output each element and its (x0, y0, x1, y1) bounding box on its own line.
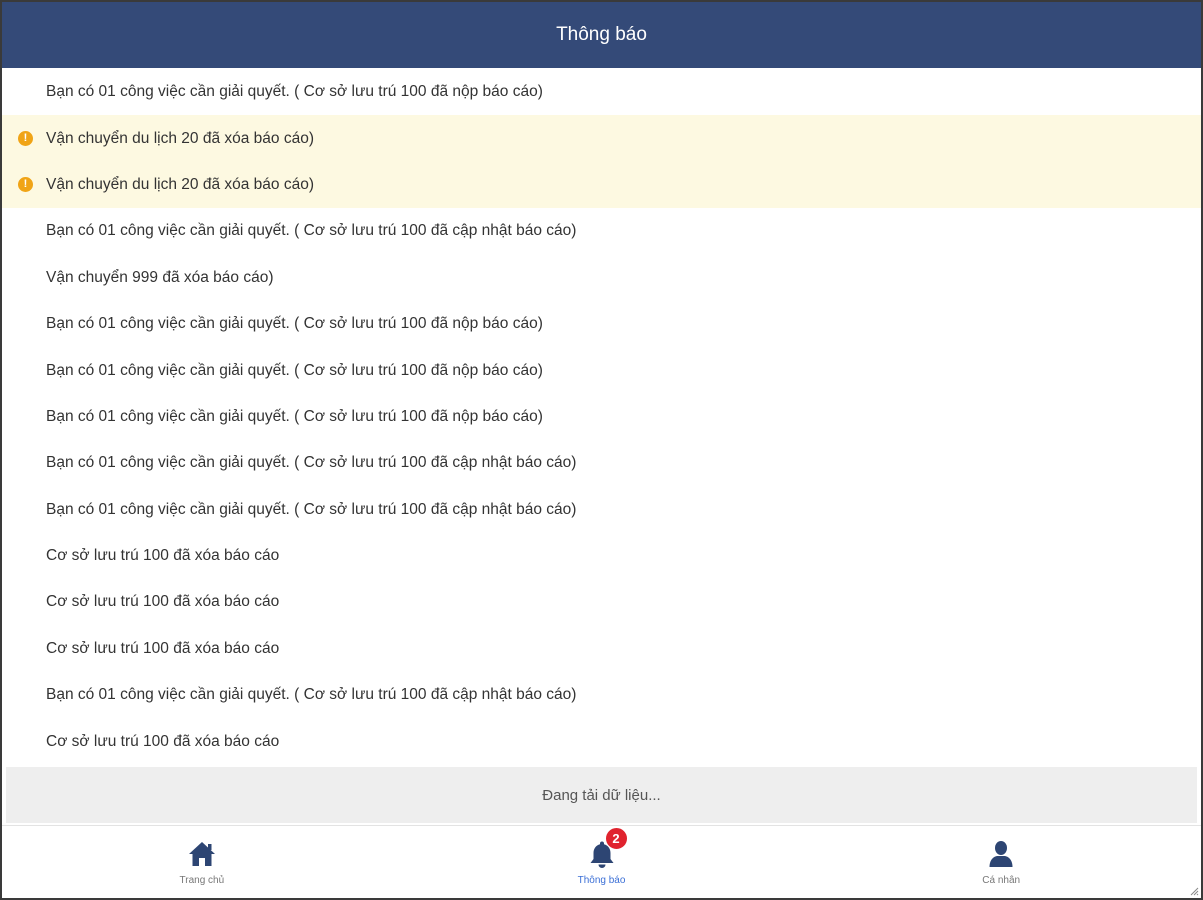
notification-text: Bạn có 01 công việc cần giải quyết. ( Cơ… (46, 83, 543, 101)
user-icon (986, 839, 1016, 869)
app-window: Thông báo Bạn có 01 công việc cần giải q… (0, 0, 1203, 900)
notification-item[interactable]: Bạn có 01 công việc cần giải quyết. ( Cơ… (2, 208, 1201, 254)
bottom-tab-bar: Trang chủ 2 Thông báo Cá nhân (2, 825, 1201, 898)
tab-profile[interactable]: Cá nhân (801, 826, 1201, 898)
notification-text: Bạn có 01 công việc cần giải quyết. ( Cơ… (46, 454, 577, 472)
loading-text: Đang tải dữ liệu... (542, 786, 661, 804)
notification-text: Bạn có 01 công việc cần giải quyết. ( Cơ… (46, 222, 577, 240)
tab-notifications-label: Thông báo (577, 874, 626, 886)
notification-item-unread[interactable]: ! Vận chuyển du lịch 20 đã xóa báo cáo) (2, 161, 1201, 209)
notification-text: Bạn có 01 công việc cần giải quyết. ( Cơ… (46, 361, 543, 379)
notification-list[interactable]: Bạn có 01 công việc cần giải quyết. ( Cơ… (2, 69, 1201, 766)
tab-profile-label: Cá nhân (982, 874, 1021, 886)
notification-item[interactable]: Bạn có 01 công việc cần giải quyết. ( Cơ… (2, 487, 1201, 533)
page-title: Thông báo (556, 24, 647, 45)
notification-item[interactable]: Cơ sở lưu trú 100 đã xóa báo cáo (2, 579, 1201, 625)
notification-item[interactable]: Vận chuyển 999 đã xóa báo cáo) (2, 255, 1201, 301)
notification-text: Cơ sở lưu trú 100 đã xóa báo cáo (46, 732, 280, 750)
notification-item[interactable]: Cơ sở lưu trú 100 đã xóa báo cáo (2, 533, 1201, 579)
notification-text: Cơ sở lưu trú 100 đã xóa báo cáo (46, 639, 280, 657)
notification-item[interactable]: Bạn có 01 công việc cần giải quyết. ( Cơ… (2, 69, 1201, 115)
notification-item[interactable]: Bạn có 01 công việc cần giải quyết. ( Cơ… (2, 347, 1201, 393)
bell-icon: 2 (587, 826, 628, 869)
warning-icon: ! (18, 131, 33, 147)
notification-text: Bạn có 01 công việc cần giải quyết. ( Cơ… (46, 686, 577, 704)
notification-item-unread[interactable]: ! Vận chuyển du lịch 20 đã xóa báo cáo) (2, 115, 1201, 162)
notification-item[interactable]: Cơ sở lưu trú 100 đã xóa báo cáo (2, 626, 1201, 672)
notification-text: Cơ sở lưu trú 100 đã xóa báo cáo (46, 547, 280, 565)
notification-item[interactable]: Cơ sở lưu trú 100 đã xóa báo cáo (2, 718, 1201, 764)
notification-text: Bạn có 01 công việc cần giải quyết. ( Cơ… (46, 500, 577, 518)
notification-item[interactable]: Bạn có 01 công việc cần giải quyết. ( Cơ… (2, 301, 1201, 347)
notification-text: Bạn có 01 công việc cần giải quyết. ( Cơ… (46, 407, 543, 425)
tab-home[interactable]: Trang chủ (2, 826, 402, 898)
home-icon (187, 839, 217, 869)
notification-text: Vận chuyển du lịch 20 đã xóa báo cáo) (46, 175, 314, 193)
loading-indicator: Đang tải dữ liệu... (6, 767, 1197, 823)
notification-item[interactable]: Bạn có 01 công việc cần giải quyết. ( Cơ… (2, 394, 1201, 440)
notification-text: Vận chuyển du lịch 20 đã xóa báo cáo) (46, 129, 314, 147)
notification-text: Cơ sở lưu trú 100 đã xóa báo cáo (46, 593, 280, 611)
notification-item[interactable]: Bạn có 01 công việc cần giải quyết. ( Cơ… (2, 672, 1201, 718)
notification-item[interactable]: Bạn có 01 công việc cần giải quyết. ( Cơ… (2, 440, 1201, 486)
resize-grip-icon[interactable] (1189, 886, 1199, 896)
tab-notifications[interactable]: 2 Thông báo (402, 826, 802, 898)
tab-home-label: Trang chủ (179, 874, 225, 886)
warning-icon: ! (18, 177, 33, 193)
notification-count-badge: 2 (604, 826, 628, 850)
notification-text: Vận chuyển 999 đã xóa báo cáo) (46, 268, 274, 286)
page-header: Thông báo (2, 2, 1201, 68)
notification-text: Bạn có 01 công việc cần giải quyết. ( Cơ… (46, 315, 543, 333)
